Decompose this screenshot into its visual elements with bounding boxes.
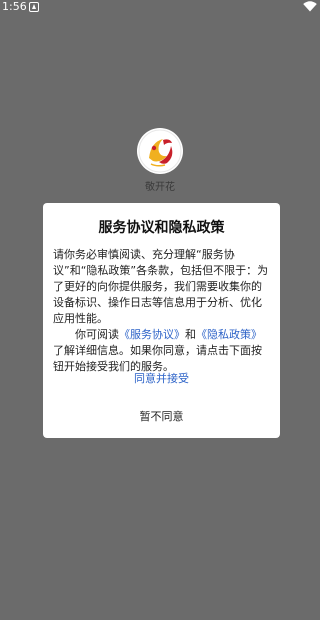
wifi-icon (303, 1, 317, 12)
app-logo (137, 128, 183, 174)
dialog-title: 服务协议和隐私政策 (98, 220, 225, 236)
app-notification-icon (29, 2, 39, 12)
app-logo-icon (138, 129, 182, 173)
status-bar: 1:56 (0, 0, 320, 14)
read-policy-paragraph: 你可阅读《服务协议》和《隐私政策》了解详细信息。如果你同意，请点击下面按钮开始接… (53, 327, 270, 375)
privacy-policy-link[interactable]: 《隐私政策》 (196, 328, 262, 341)
and-text: 和 (185, 328, 196, 341)
app-name: 敬开花 (145, 182, 175, 193)
service-agreement-link[interactable]: 《服务协议》 (119, 328, 185, 341)
consent-paragraph: 请你务必审慎阅读、充分理解“服务协议”和“隐私政策”各条款，包括但不限于：为了更… (53, 248, 269, 325)
privacy-dialog: 服务协议和隐私政策 请你务必审慎阅读、充分理解“服务协议”和“隐私政策”各条款，… (43, 203, 280, 438)
dialog-body: 请你务必审慎阅读、充分理解“服务协议”和“隐私政策”各条款，包括但不限于：为了更… (53, 247, 270, 375)
read-suffix-text: 了解详细信息。如果你同意，请点击下面按钮开始接受我们的服务。 (53, 344, 262, 373)
disagree-button[interactable]: 暂不同意 (43, 408, 280, 424)
agree-button[interactable]: 同意并接受 (43, 370, 280, 386)
read-prefix-text: 你可阅读 (75, 328, 119, 341)
status-time: 1:56 (2, 0, 27, 13)
